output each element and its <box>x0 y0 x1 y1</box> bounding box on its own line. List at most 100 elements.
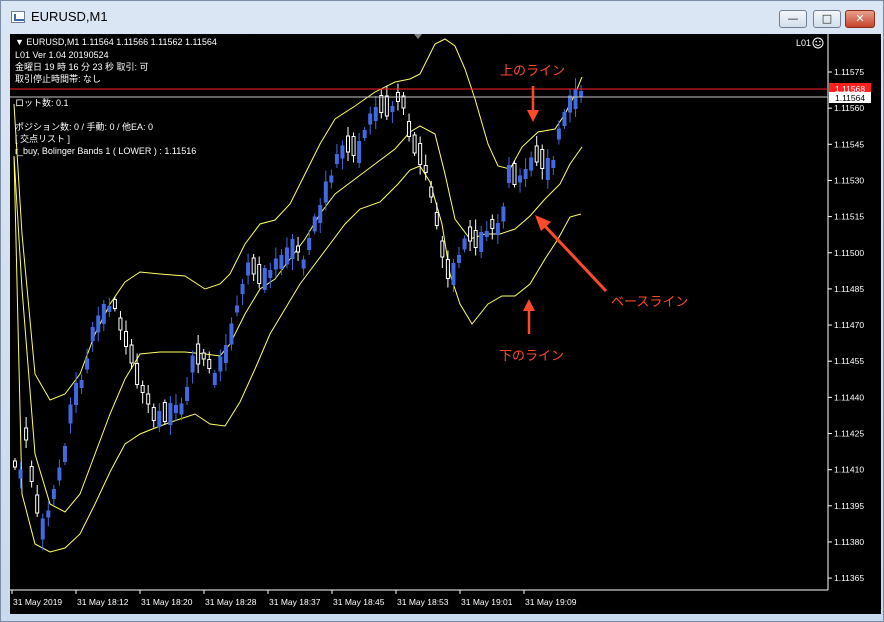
candle <box>135 353 140 389</box>
candle <box>246 253 251 285</box>
version-text: L01 Ver 1.04 20190524 <box>15 50 109 60</box>
chart-window-icon <box>11 11 25 23</box>
chart-canvas[interactable]: ▼ EURUSD,M1 1.11564 1.11566 1.11562 1.11… <box>10 34 881 614</box>
candle <box>151 403 156 428</box>
lower-band-line[interactable] <box>13 155 582 553</box>
candle <box>46 501 51 527</box>
candle <box>173 394 178 421</box>
candle <box>351 132 356 163</box>
price-tick-label: 1.11425 <box>834 429 864 439</box>
candle <box>212 370 217 388</box>
candle <box>529 151 534 177</box>
candle <box>290 234 295 270</box>
candle <box>118 311 123 340</box>
price-tick-label: 1.11410 <box>834 465 864 475</box>
candle <box>301 255 306 276</box>
candle <box>257 256 262 289</box>
candle <box>124 320 128 355</box>
candle <box>296 237 301 261</box>
candle <box>545 149 550 189</box>
candle <box>495 214 500 244</box>
candle <box>562 109 567 129</box>
candle <box>401 92 406 115</box>
candle <box>407 113 412 142</box>
candle <box>13 458 17 470</box>
candle <box>262 265 267 293</box>
minimize-button[interactable]: — <box>779 10 807 28</box>
candle <box>284 237 289 269</box>
candle <box>473 219 478 256</box>
candle <box>168 396 173 435</box>
chart-shift-marker[interactable] <box>414 34 422 39</box>
base-line-label: ベースライン <box>611 294 688 309</box>
chart-window: EURUSD,M1 — □ ✕ ▼ EURUSD,M1 1.11564 1.11… <box>0 0 884 622</box>
smiley-face-icon <box>812 37 824 49</box>
candle <box>273 247 278 278</box>
candle <box>462 235 467 253</box>
maximize-button[interactable]: □ <box>813 10 841 28</box>
price-chart[interactable]: ▼ EURUSD,M1 1.11564 1.11566 1.11562 1.11… <box>10 34 881 614</box>
candle <box>518 168 523 193</box>
candle <box>551 156 556 175</box>
candle <box>390 101 395 123</box>
candle <box>490 214 495 240</box>
upper-line-label: 上のライン <box>500 63 565 78</box>
price-tick-label: 1.11380 <box>834 537 864 547</box>
candle <box>534 136 539 166</box>
buy-signal-text: r_buy, Bolinger Bands 1 ( LOWER ) : 1.11… <box>15 146 196 156</box>
candle <box>312 213 317 235</box>
candle <box>190 350 195 384</box>
price-tick-label: 1.11455 <box>834 356 864 366</box>
candle <box>146 385 151 413</box>
candle <box>412 132 417 156</box>
price-tick-label: 1.11440 <box>834 392 864 402</box>
candle <box>362 127 367 141</box>
title-bar[interactable]: EURUSD,M1 — □ ✕ <box>1 1 883 33</box>
candle <box>157 403 162 432</box>
candle <box>29 460 34 488</box>
candle <box>57 459 62 486</box>
candle <box>568 88 572 123</box>
candle <box>179 397 184 421</box>
upper-band-line[interactable] <box>13 38 583 401</box>
time-axis[interactable]: 31 May 2019 31 May 18:12 31 May 18:20 31 Ma… <box>11 590 577 607</box>
symbol-info-text: ▼ EURUSD,M1 1.11564 1.11566 1.11562 1.11… <box>15 37 217 47</box>
candle <box>457 247 461 268</box>
candle <box>501 202 506 229</box>
lot-size-text: ロット数: 0.1 <box>15 97 69 108</box>
candle <box>373 96 378 129</box>
lower-line-label: 下のライン <box>499 348 564 363</box>
price-tick-label: 1.11500 <box>834 248 864 258</box>
candle <box>140 380 145 404</box>
candle <box>434 202 439 230</box>
close-button[interactable]: ✕ <box>845 10 875 28</box>
candle <box>62 443 67 465</box>
up-arrow-icon <box>523 299 535 311</box>
candle <box>440 236 445 268</box>
price-tick-label: 1.11485 <box>834 284 864 294</box>
candle <box>40 513 45 551</box>
cross-list-header: [ 交点リスト ] <box>15 133 70 144</box>
trade-stop-text: 取引停止時間帯: なし <box>15 73 101 84</box>
candle <box>579 85 584 103</box>
price-tick-label: 1.11530 <box>834 175 864 185</box>
time-tick-label: 31 May 19:01 <box>461 597 513 607</box>
candle <box>379 89 384 119</box>
candle <box>251 254 256 281</box>
candle <box>201 349 206 366</box>
candle <box>101 300 106 331</box>
annotation-base: ベースライン <box>535 215 688 309</box>
candle <box>484 221 489 241</box>
candle <box>318 198 323 233</box>
candle <box>196 335 201 373</box>
price-tick-label: 1.11470 <box>834 320 864 330</box>
candle <box>540 144 545 180</box>
candle <box>384 86 389 120</box>
candle <box>240 279 245 305</box>
candle <box>185 377 190 405</box>
candle <box>235 295 239 317</box>
candle <box>329 169 334 189</box>
price-axis[interactable]: 1.11575 1.11560 1.11545 1.11530 1.11515 1.115… <box>828 67 864 583</box>
candle <box>346 127 350 161</box>
candle <box>162 399 167 425</box>
